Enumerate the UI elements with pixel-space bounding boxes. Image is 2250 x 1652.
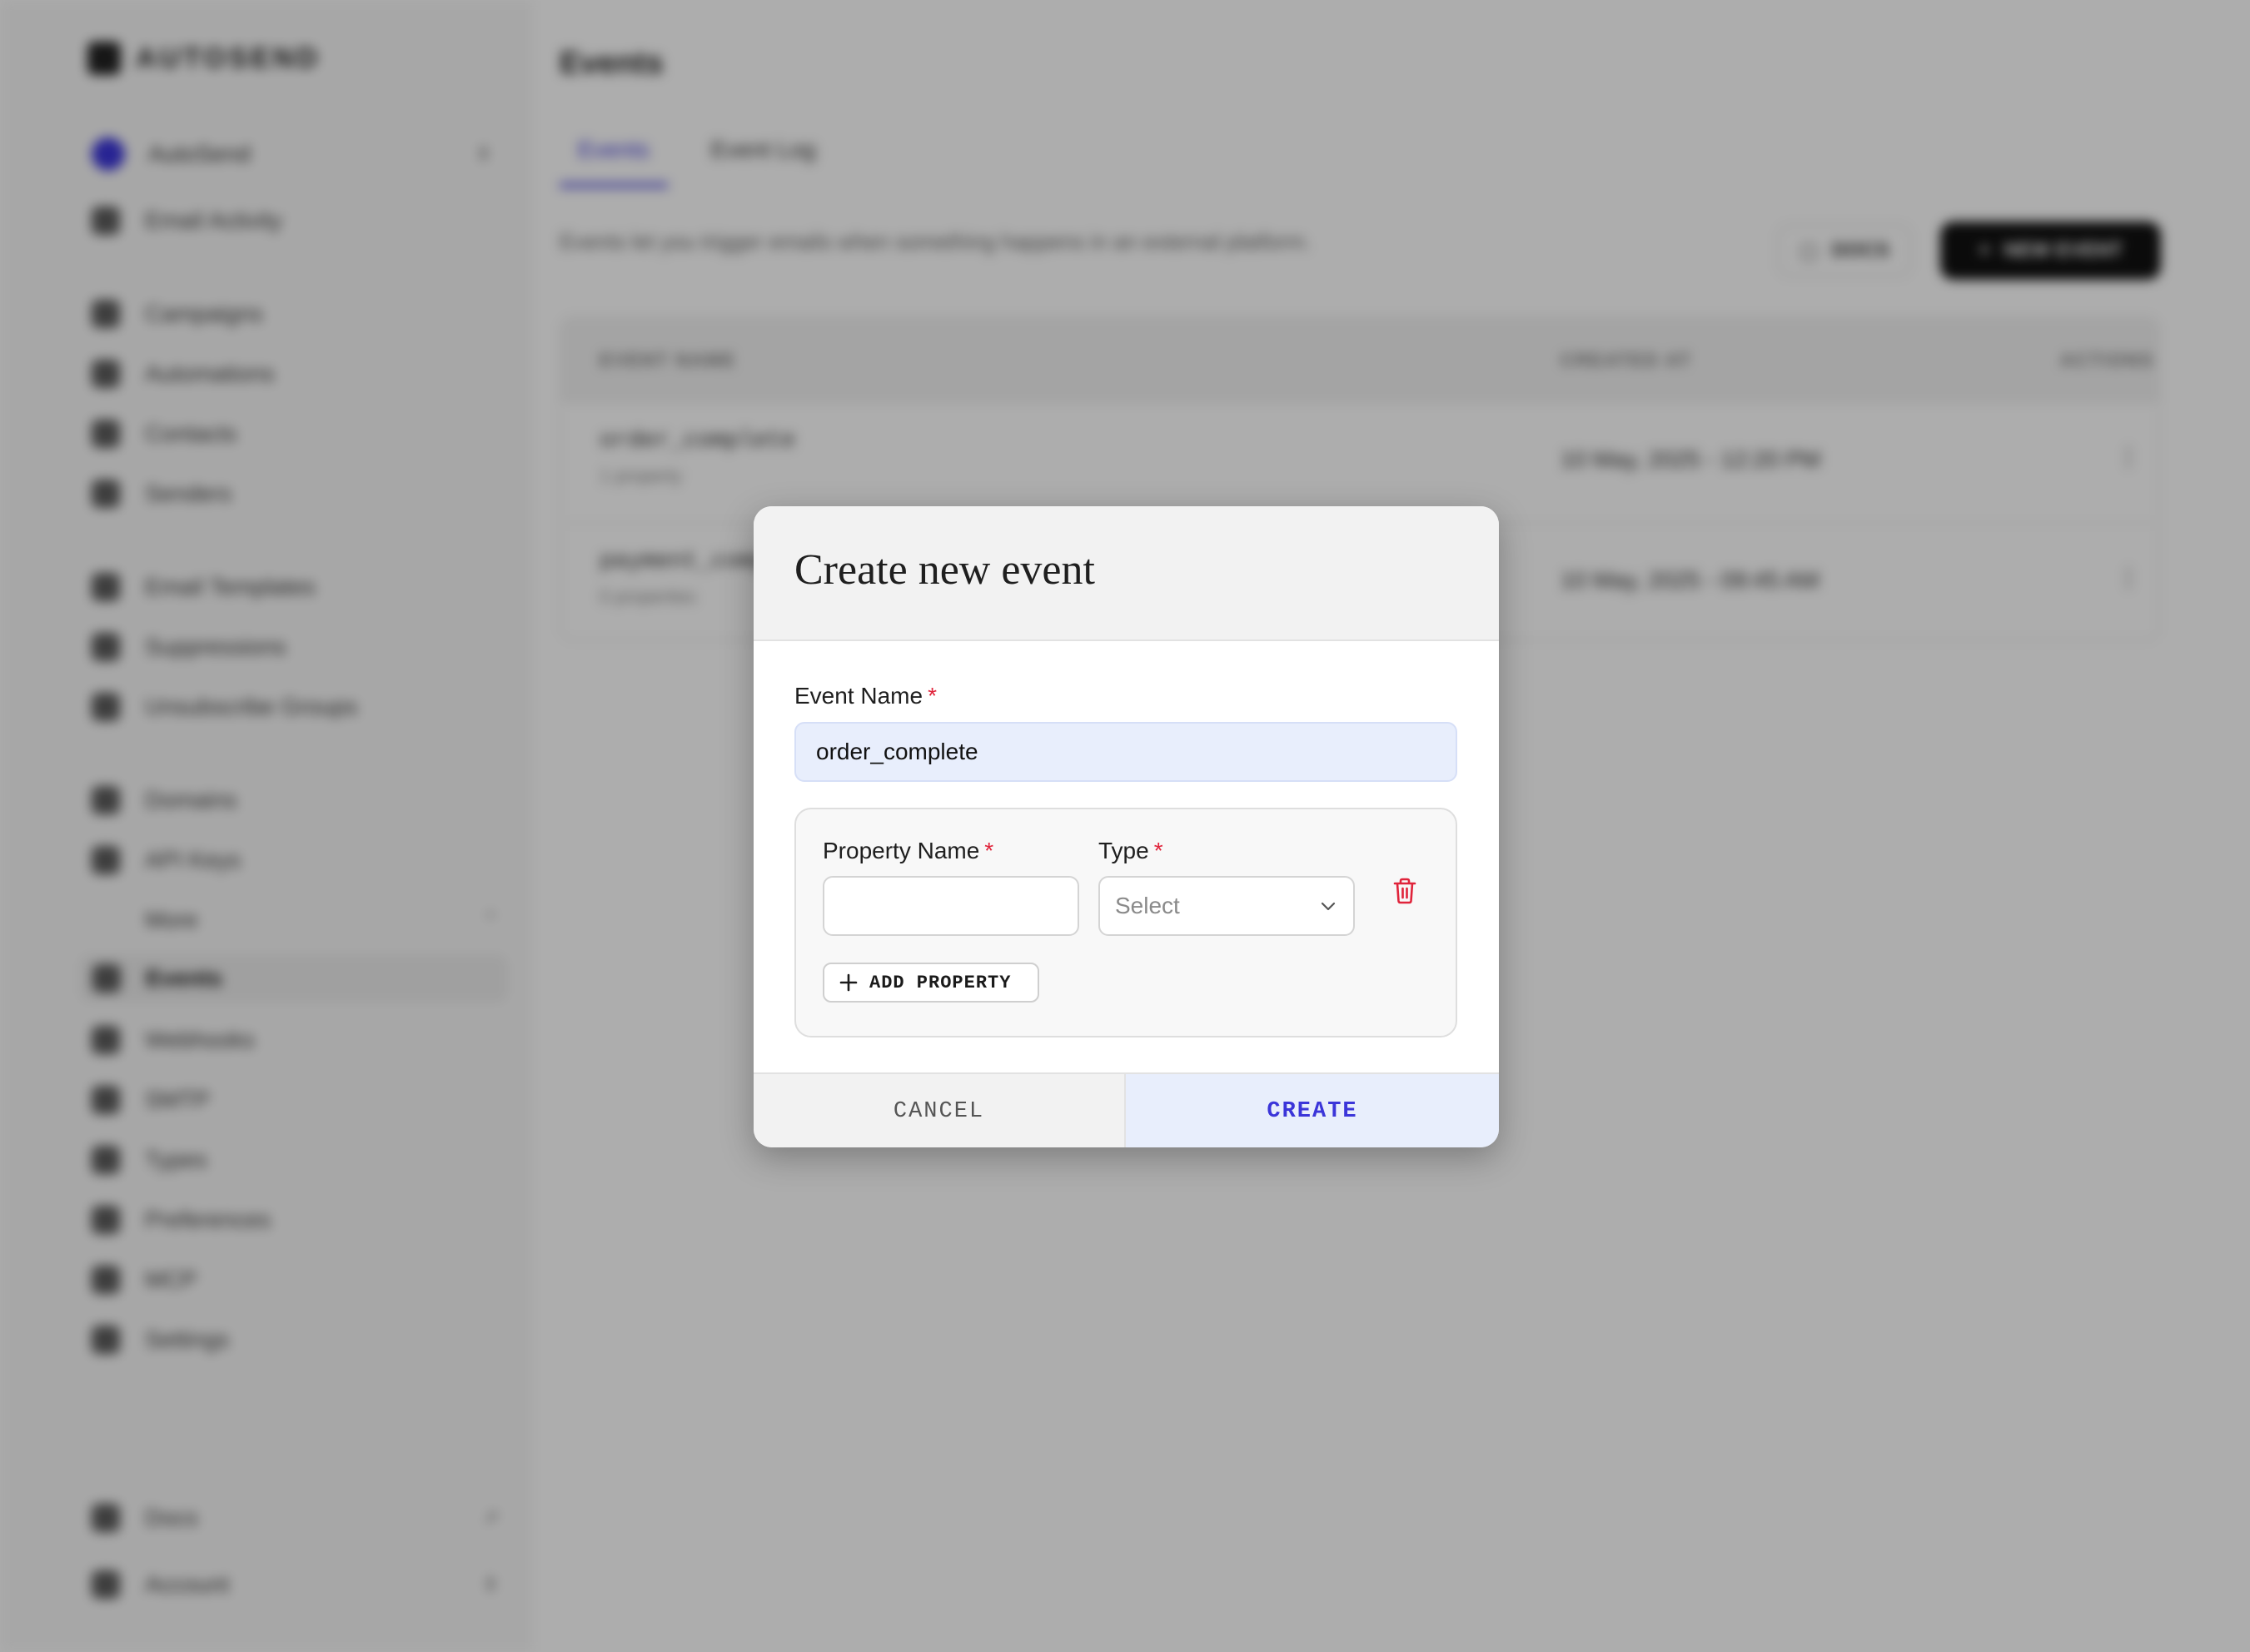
- chevron-down-icon: [1321, 902, 1336, 911]
- type-select[interactable]: Select: [1098, 876, 1355, 936]
- property-name-label-text: Property Name: [823, 838, 980, 863]
- modal-header: Create new event: [754, 506, 1499, 641]
- required-mark: *: [928, 683, 937, 709]
- trash-icon: [1393, 878, 1416, 904]
- required-mark: *: [1153, 838, 1163, 863]
- add-property-button[interactable]: ADD PROPERTY: [823, 963, 1039, 1003]
- create-event-modal: Create new event Event Name * order_compl…: [754, 506, 1499, 1147]
- plus-icon: [839, 973, 858, 992]
- event-name-input[interactable]: order_complete: [794, 722, 1457, 782]
- add-property-label: ADD PROPERTY: [869, 972, 1012, 993]
- property-name-label: Property Name *: [823, 838, 993, 864]
- event-name-label: Event Name *: [794, 683, 937, 709]
- modal-title: Create new event: [794, 546, 1095, 594]
- create-button[interactable]: CREATE: [1126, 1074, 1499, 1147]
- property-name-input[interactable]: [823, 876, 1079, 936]
- type-select-placeholder: Select: [1115, 893, 1180, 918]
- delete-property-button[interactable]: [1386, 873, 1423, 909]
- event-name-label-text: Event Name: [794, 683, 923, 709]
- cancel-button[interactable]: CANCEL: [754, 1074, 1126, 1147]
- type-label-text: Type: [1098, 838, 1149, 863]
- type-label: Type *: [1098, 838, 1163, 864]
- required-mark: *: [984, 838, 994, 863]
- modal-footer: CANCEL CREATE: [754, 1072, 1499, 1147]
